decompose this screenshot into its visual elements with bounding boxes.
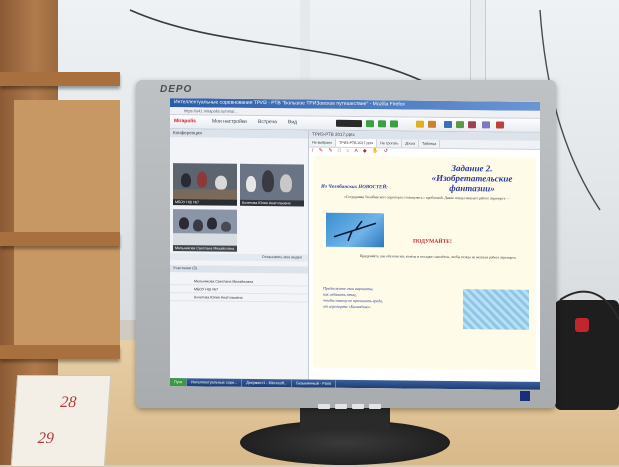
slide-lead-text: «Сотрудники Челябинского аэропорта столк… [344, 194, 510, 201]
camera-button[interactable] [378, 120, 386, 128]
video-label: Мельникова Светлана Михайловна [173, 245, 237, 252]
mic-button[interactable] [366, 120, 374, 128]
start-button[interactable]: Пуск [170, 378, 188, 387]
conference-pane: Конференция МБОУ НШ №7 Кочетова Юлия Ана… [170, 129, 309, 381]
slide-body-text: Придумайте, как обезопасить взлёты и пос… [359, 254, 517, 260]
video-tile[interactable]: МБОУ НШ №7 [173, 163, 237, 206]
slide-list-item: от аэропорта «Баландино» [323, 303, 371, 310]
doc-tab[interactable]: Таблица [419, 139, 441, 148]
monitor-screen: Интеллектуальные соревнования ТРИЗ - РТВ… [170, 98, 540, 390]
video-tile[interactable]: Мельникова Светлана Михайловна [173, 209, 237, 252]
monitor-buttons [318, 396, 386, 414]
stop-video-link[interactable]: Остановить мое видео [170, 253, 308, 262]
participants-header: Участники (3) [170, 265, 308, 274]
video-label: МБОУ НШ №7 [173, 199, 237, 206]
users-button[interactable] [444, 120, 452, 129]
share-button[interactable] [390, 120, 398, 128]
video-label: Кочетова Юлия Анатольевна [240, 199, 304, 207]
slide-title: Задание 2. «Изобретательские фантазии» [431, 163, 513, 194]
nav-settings[interactable]: Мои настройки [212, 116, 247, 129]
nav-meeting[interactable]: Встреча [258, 116, 277, 129]
chat-button[interactable] [456, 121, 464, 129]
slide-think-heading: ПОДУМАЙТЕ! [413, 238, 452, 246]
flag-button[interactable] [468, 121, 476, 129]
energy-badge [520, 391, 530, 401]
airplane-image [326, 212, 384, 248]
doc-tab[interactable]: Не выбрано [309, 138, 337, 147]
taskbar-item[interactable]: Интеллектуальные соре... [187, 378, 243, 387]
exit-button[interactable] [496, 121, 504, 129]
presentation-pane: ТРИЗ-РТВ 2017.pptx Не выбрано ТРИЗ-РТВ 20… [309, 130, 540, 383]
taskbar-item[interactable]: Безымянный - Paint [292, 379, 336, 388]
record-button[interactable] [336, 119, 362, 128]
emoji-button[interactable] [428, 120, 436, 128]
hand-button[interactable] [416, 120, 424, 128]
monitor-brand: DEPO [160, 84, 193, 95]
settings-button[interactable] [482, 121, 490, 129]
video-tile[interactable]: Кочетова Юлия Анатольевна [240, 163, 304, 207]
nav-view[interactable]: Вид [288, 116, 297, 129]
taskbar-item[interactable]: Документ1 - Microsoft... [242, 378, 293, 388]
participant-row[interactable]: Кочетова Юлия Анатольевна [170, 293, 308, 303]
winter-image [463, 289, 529, 330]
slide-source: Из Челябинских НОВОСТЕЙ: [321, 184, 388, 191]
slide-list: Предложите свои варианты, как избавить п… [323, 286, 383, 311]
app-logo: Mirapolis [174, 118, 196, 125]
pane-title: Конференция [170, 129, 308, 139]
doc-tab[interactable]: Не трогать [377, 139, 403, 148]
doc-tab[interactable]: Доска [402, 139, 420, 148]
presentation-slide: Задание 2. «Изобретательские фантазии» И… [313, 155, 536, 370]
